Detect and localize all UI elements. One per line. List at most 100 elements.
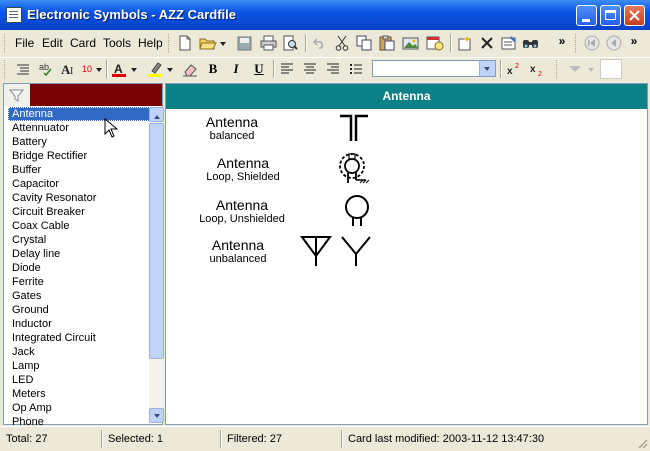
- title-bar[interactable]: Electronic Symbols - AZZ Cardfile: [0, 0, 650, 30]
- list-item[interactable]: Op Amp: [8, 401, 150, 415]
- svg-text:x: x: [530, 64, 536, 75]
- card-view[interactable]: Antenna Antenna balanced Antenna Loop, S…: [165, 83, 648, 425]
- superscript-button[interactable]: x2: [505, 59, 525, 79]
- list-item[interactable]: Capacitor: [8, 177, 150, 191]
- bullets-icon: [350, 64, 362, 74]
- previous-card-button[interactable]: [604, 33, 624, 53]
- list-scrollbar[interactable]: [149, 107, 164, 423]
- list-item[interactable]: Diode: [8, 261, 150, 275]
- insert-picture-button[interactable]: [401, 33, 421, 53]
- delete-card-icon: [481, 37, 493, 49]
- list-item[interactable]: Inductor: [8, 317, 150, 331]
- menu-card[interactable]: Card: [70, 36, 96, 50]
- list-item[interactable]: Integrated Circuit: [8, 331, 150, 345]
- list-item[interactable]: Battery: [8, 135, 150, 149]
- insert-date-button[interactable]: [425, 33, 445, 53]
- resize-grip-icon[interactable]: [636, 437, 648, 449]
- save-icon: [237, 36, 251, 50]
- card-list[interactable]: Antenna Attennuator Battery Bridge Rectifie…: [8, 107, 150, 425]
- save-button[interactable]: [234, 33, 254, 53]
- maximize-button[interactable]: [600, 5, 621, 26]
- new-button[interactable]: [175, 33, 195, 53]
- minimize-button[interactable]: [576, 5, 597, 26]
- font-name-dropdown[interactable]: [479, 61, 495, 76]
- list-item[interactable]: Antenna: [8, 107, 150, 121]
- toolbar-grip[interactable]: [4, 34, 8, 53]
- list-item[interactable]: Lamp: [8, 359, 150, 373]
- font-name-combo[interactable]: [372, 60, 496, 77]
- text-color-dropdown[interactable]: [129, 59, 139, 79]
- first-card-button[interactable]: [582, 33, 602, 53]
- print-preview-button[interactable]: [280, 33, 300, 53]
- align-right-button[interactable]: [323, 59, 343, 79]
- highlight-button[interactable]: [145, 59, 165, 79]
- bullets-button[interactable]: [346, 59, 366, 79]
- print-button[interactable]: [258, 33, 278, 53]
- font-button[interactable]: AI: [59, 59, 79, 79]
- toolbar-grip[interactable]: [168, 34, 172, 53]
- clear-format-button[interactable]: [180, 59, 200, 79]
- italic-button[interactable]: I: [226, 59, 246, 79]
- toolbar-grip[interactable]: [4, 60, 8, 79]
- find-button[interactable]: [521, 33, 541, 53]
- list-item[interactable]: Phone: [8, 415, 150, 425]
- menu-help[interactable]: Help: [138, 36, 163, 50]
- nav-overflow-button[interactable]: »: [628, 31, 640, 51]
- list-item[interactable]: Meters: [8, 387, 150, 401]
- app-icon[interactable]: [6, 7, 22, 23]
- list-item[interactable]: Cavity Resonator: [8, 191, 150, 205]
- card-properties-button[interactable]: [499, 33, 519, 53]
- toolbar-grip[interactable]: [575, 34, 579, 53]
- filter-icon[interactable]: [6, 85, 28, 105]
- paragraph-icon: [17, 64, 29, 75]
- list-item[interactable]: Bridge Rectifier: [8, 149, 150, 163]
- highlight-dropdown[interactable]: [165, 59, 175, 79]
- menu-edit[interactable]: Edit: [42, 36, 63, 50]
- paragraph-button[interactable]: [13, 59, 33, 79]
- paste-button[interactable]: [377, 33, 397, 53]
- list-item[interactable]: Ground: [8, 303, 150, 317]
- list-item[interactable]: Delay line: [8, 247, 150, 261]
- menu-file[interactable]: File: [15, 36, 34, 50]
- copy-button[interactable]: [354, 33, 374, 53]
- list-item[interactable]: Jack: [8, 345, 150, 359]
- spell-check-button[interactable]: ab: [36, 59, 56, 79]
- close-button[interactable]: [624, 5, 645, 26]
- scroll-thumb[interactable]: [149, 123, 164, 359]
- toolbar-grip[interactable]: [556, 60, 560, 79]
- new-card-button[interactable]: [455, 33, 475, 53]
- list-item[interactable]: Gates: [8, 289, 150, 303]
- scroll-down-button[interactable]: [149, 408, 164, 423]
- list-item[interactable]: Buffer: [8, 163, 150, 177]
- text-color-button[interactable]: A: [109, 59, 129, 79]
- list-item[interactable]: Ferrite: [8, 275, 150, 289]
- status-selected: Selected: 1: [108, 433, 164, 445]
- open-button[interactable]: [198, 33, 218, 53]
- align-left-icon: [281, 63, 293, 74]
- list-item[interactable]: Attennuator: [8, 121, 150, 135]
- style-dropdown[interactable]: [563, 59, 587, 79]
- scroll-up-button[interactable]: [149, 107, 164, 122]
- align-center-button[interactable]: [300, 59, 320, 79]
- open-dropdown[interactable]: [218, 33, 228, 53]
- list-item[interactable]: Crystal: [8, 233, 150, 247]
- underline-button[interactable]: U: [249, 59, 269, 79]
- font-size-dropdown[interactable]: [94, 59, 104, 79]
- copy-icon: [356, 35, 372, 51]
- subscript-button[interactable]: x2: [528, 59, 548, 79]
- align-left-button[interactable]: [277, 59, 297, 79]
- undo-button[interactable]: [310, 33, 330, 53]
- list-item[interactable]: Coax Cable: [8, 219, 150, 233]
- filter-input[interactable]: [30, 84, 162, 106]
- style-dropdown-arrow[interactable]: [586, 59, 596, 79]
- list-item[interactable]: Circuit Breaker: [8, 205, 150, 219]
- bold-button[interactable]: B: [203, 59, 223, 79]
- list-item[interactable]: LED: [8, 373, 150, 387]
- toolbar-overflow-button[interactable]: »: [556, 31, 568, 51]
- close-icon: [629, 10, 640, 21]
- menu-tools[interactable]: Tools: [103, 36, 131, 50]
- cut-button[interactable]: [332, 33, 352, 53]
- delete-card-button[interactable]: [477, 33, 497, 53]
- font-size-value[interactable]: 10: [82, 64, 92, 74]
- color-swatch[interactable]: [600, 59, 622, 79]
